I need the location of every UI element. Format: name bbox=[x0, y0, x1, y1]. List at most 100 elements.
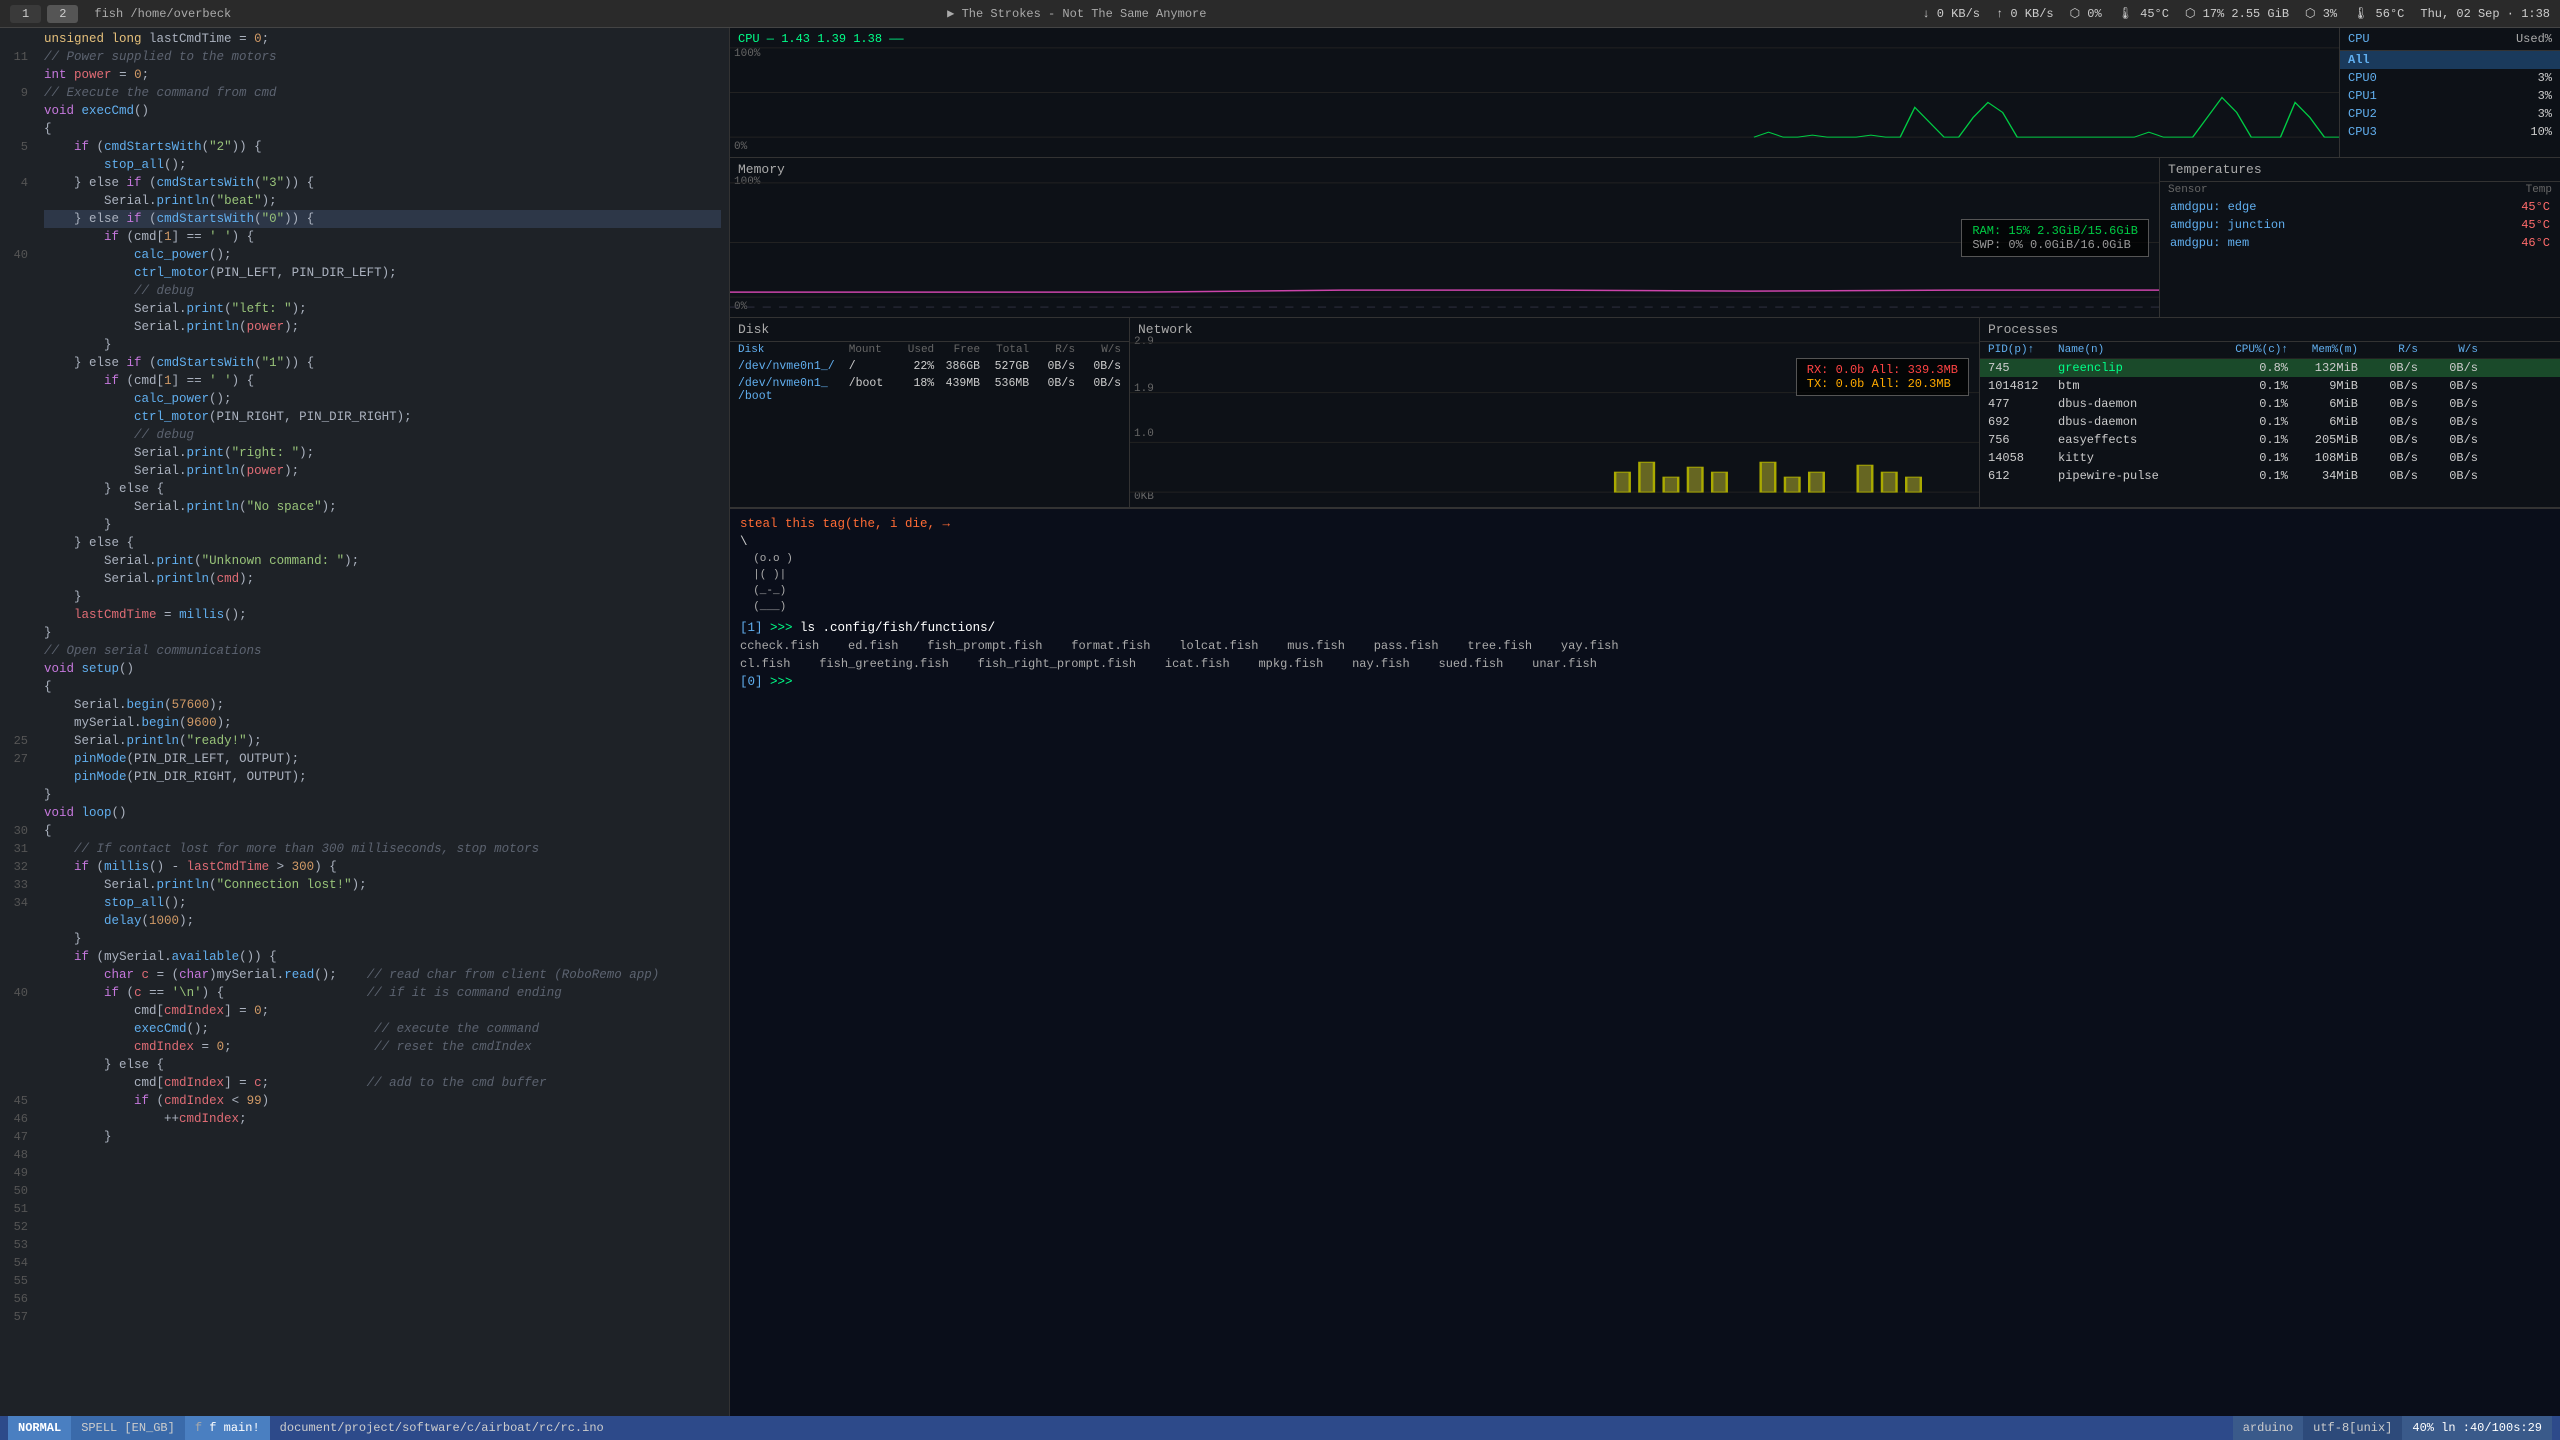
disk-rs-0: 0B/s bbox=[1037, 360, 1075, 373]
temp-title: Temperatures bbox=[2160, 158, 2560, 182]
cpu-row-0[interactable]: CPU0 3% bbox=[2340, 69, 2560, 87]
net-down: ↓ 0 KB/s bbox=[1922, 7, 1980, 21]
disk-name-0: /dev/nvme0n1_/ bbox=[738, 360, 841, 373]
disk-used-1: 18% bbox=[904, 377, 934, 403]
proc-cpu-0: 0.8% bbox=[2218, 361, 2288, 375]
proc-cpu-1: 0.1% bbox=[2218, 379, 2288, 393]
disk-rs-1: 0B/s bbox=[1037, 377, 1075, 403]
proc-cpu-6: 0.1% bbox=[2218, 469, 2288, 483]
ascii-line-4: (___) bbox=[740, 599, 2550, 615]
term-backslash: \ bbox=[740, 535, 748, 549]
proc-mem-6: 34MiB bbox=[2288, 469, 2358, 483]
status-mode: NORMAL bbox=[8, 1416, 71, 1440]
cpu0-pct: 3% bbox=[2538, 71, 2552, 85]
ascii-line-3: (_-_) bbox=[740, 583, 2550, 599]
code-content: unsigned long lastCmdTime = 0;// Power s… bbox=[36, 28, 729, 1416]
proc-row-0[interactable]: 745 greenclip 0.8% 132MiB 0B/s 0B/s bbox=[1980, 359, 2560, 377]
term-ls-cmd: ls .config/fish/functions/ bbox=[800, 621, 995, 635]
disk-ws-1: 0B/s bbox=[1083, 377, 1121, 403]
disk-col-h-rs: R/s bbox=[1037, 344, 1075, 356]
proc-cpu-4: 0.1% bbox=[2218, 433, 2288, 447]
disk-col-h-disk: Disk bbox=[738, 344, 841, 356]
cpu-row-1[interactable]: CPU1 3% bbox=[2340, 87, 2560, 105]
main-layout: 1195440252730313233344045464748495051525… bbox=[0, 28, 2560, 1416]
term-bracket-2: [0] bbox=[740, 675, 763, 689]
proc-col-h-name: Name(n) bbox=[2058, 344, 2218, 356]
proc-row-4[interactable]: 756 easyeffects 0.1% 205MiB 0B/s 0B/s bbox=[1980, 431, 2560, 449]
ram-info: RAM: 15% 2.3GiB/15.6GiB bbox=[1972, 224, 2138, 238]
proc-ws-3: 0B/s bbox=[2418, 415, 2478, 429]
temp-header: Sensor Temp bbox=[2160, 182, 2560, 198]
term-arrow-2: >>> bbox=[770, 675, 793, 689]
cpu-graph: CPU — 1.43 1.39 1.38 —— 100% 0% bbox=[730, 28, 2340, 157]
temp-sensor-2: amdgpu: mem bbox=[2170, 236, 2249, 250]
proc-mem-2: 6MiB bbox=[2288, 397, 2358, 411]
term-arrow: >>> bbox=[770, 621, 800, 635]
memory-graph-svg bbox=[730, 158, 2159, 317]
memory-temp-section: Memory 100% 0% RAM: 15% 2.3GiB/15.6GiB S… bbox=[730, 158, 2560, 318]
code-editor[interactable]: 1195440252730313233344045464748495051525… bbox=[0, 28, 730, 1416]
temp-row-0: amdgpu: edge 45°C bbox=[2160, 198, 2560, 216]
proc-col-h-ws: W/s bbox=[2418, 344, 2478, 356]
proc-ws-6: 0B/s bbox=[2418, 469, 2478, 483]
status-position: 40% ln :40/100s:29 bbox=[2402, 1416, 2552, 1440]
window-title: fish /home/overbeck bbox=[94, 7, 231, 21]
cpu-row-all[interactable]: All bbox=[2340, 51, 2560, 69]
temp1: 🌡 45°C bbox=[2118, 6, 2169, 21]
proc-row-6[interactable]: 612 pipewire-pulse 0.1% 34MiB 0B/s 0B/s bbox=[1980, 467, 2560, 485]
topbar: 1 2 fish /home/overbeck ▶ The Strokes - … bbox=[0, 0, 2560, 28]
branch-name: f main! bbox=[209, 1421, 259, 1435]
net-rx: RX: 0.0b All: 339.3MB bbox=[1807, 363, 1958, 377]
temp-row-2: amdgpu: mem 46°C bbox=[2160, 234, 2560, 252]
proc-pid-2: 477 bbox=[1988, 397, 2058, 411]
line-numbers: 1195440252730313233344045464748495051525… bbox=[0, 28, 36, 1416]
network-graph-svg bbox=[1130, 318, 1979, 507]
proc-pid-6: 612 bbox=[1988, 469, 2058, 483]
cpu2-label: CPU2 bbox=[2348, 107, 2377, 121]
disk-col-h-free: Free bbox=[942, 344, 980, 356]
mem-usage: ⬡ 17% 2.55 GiB bbox=[2185, 6, 2289, 21]
cpu3-label: CPU3 bbox=[2348, 125, 2377, 139]
net-up: ↑ 0 KB/s bbox=[1996, 7, 2054, 21]
cpu-graph-svg bbox=[730, 28, 2339, 157]
proc-rs-0: 0B/s bbox=[2358, 361, 2418, 375]
proc-rs-6: 0B/s bbox=[2358, 469, 2418, 483]
proc-rs-1: 0B/s bbox=[2358, 379, 2418, 393]
disk-mount-1: /boot bbox=[849, 377, 896, 403]
proc-row-3[interactable]: 692 dbus-daemon 0.1% 6MiB 0B/s 0B/s bbox=[1980, 413, 2560, 431]
disk-col-h-ws: W/s bbox=[1083, 344, 1121, 356]
processes-panel: Processes PID(p)↑ Name(n) CPU%(c)↑ Mem%(… bbox=[1980, 318, 2560, 507]
proc-mem-4: 205MiB bbox=[2288, 433, 2358, 447]
proc-pid-5: 14058 bbox=[1988, 451, 2058, 465]
tab-1[interactable]: 1 bbox=[10, 5, 41, 23]
temp-panel: Temperatures Sensor Temp amdgpu: edge 45… bbox=[2160, 158, 2560, 317]
temp-col-sensor: Sensor bbox=[2168, 184, 2208, 196]
proc-cpu-3: 0.1% bbox=[2218, 415, 2288, 429]
terminal[interactable]: steal this tag(the, i die, → \ (o.o ) |(… bbox=[730, 508, 2560, 1416]
disk-col-h-total: Total bbox=[988, 344, 1029, 356]
cpu-list: CPU Used% All CPU0 3% CPU1 3% CPU2 3% bbox=[2340, 28, 2560, 157]
music-title: ▶ The Strokes - Not The Same Anymore bbox=[231, 6, 1922, 21]
swap-info: SWP: 0% 0.0GiB/16.0GiB bbox=[1972, 238, 2138, 252]
proc-ws-4: 0B/s bbox=[2418, 433, 2478, 447]
tab-2[interactable]: 2 bbox=[47, 5, 78, 23]
cpu2-pct: 3% bbox=[2538, 107, 2552, 121]
temp2: 🌡 56°C bbox=[2353, 6, 2404, 21]
disk-col-h-used: Used bbox=[904, 344, 934, 356]
disk-net-proc-section: Disk Disk Mount Used Free Total R/s W/s … bbox=[730, 318, 2560, 508]
disk-title: Disk bbox=[730, 318, 1129, 342]
right-panel: CPU — 1.43 1.39 1.38 —— 100% 0% CPU bbox=[730, 28, 2560, 1416]
proc-row-1[interactable]: 1014812 btm 0.1% 9MiB 0B/s 0B/s bbox=[1980, 377, 2560, 395]
cpu-row-2[interactable]: CPU2 3% bbox=[2340, 105, 2560, 123]
disk-total-1: 536MB bbox=[988, 377, 1029, 403]
cpu-section: CPU — 1.43 1.39 1.38 —— 100% 0% CPU bbox=[730, 28, 2560, 158]
cpu1-pct: 3% bbox=[2538, 89, 2552, 103]
disk-name-1: /dev/nvme0n1_ /boot bbox=[738, 377, 841, 403]
proc-name-3: dbus-daemon bbox=[2058, 415, 2218, 429]
disk-total-0: 527GB bbox=[988, 360, 1029, 373]
proc-row-2[interactable]: 477 dbus-daemon 0.1% 6MiB 0B/s 0B/s bbox=[1980, 395, 2560, 413]
proc-name-5: kitty bbox=[2058, 451, 2218, 465]
proc-row-5[interactable]: 14058 kitty 0.1% 108MiB 0B/s 0B/s bbox=[1980, 449, 2560, 467]
statusbar: NORMAL SPELL [EN_GB] f f main! document/… bbox=[0, 1416, 2560, 1440]
cpu-row-3[interactable]: CPU3 10% bbox=[2340, 123, 2560, 141]
